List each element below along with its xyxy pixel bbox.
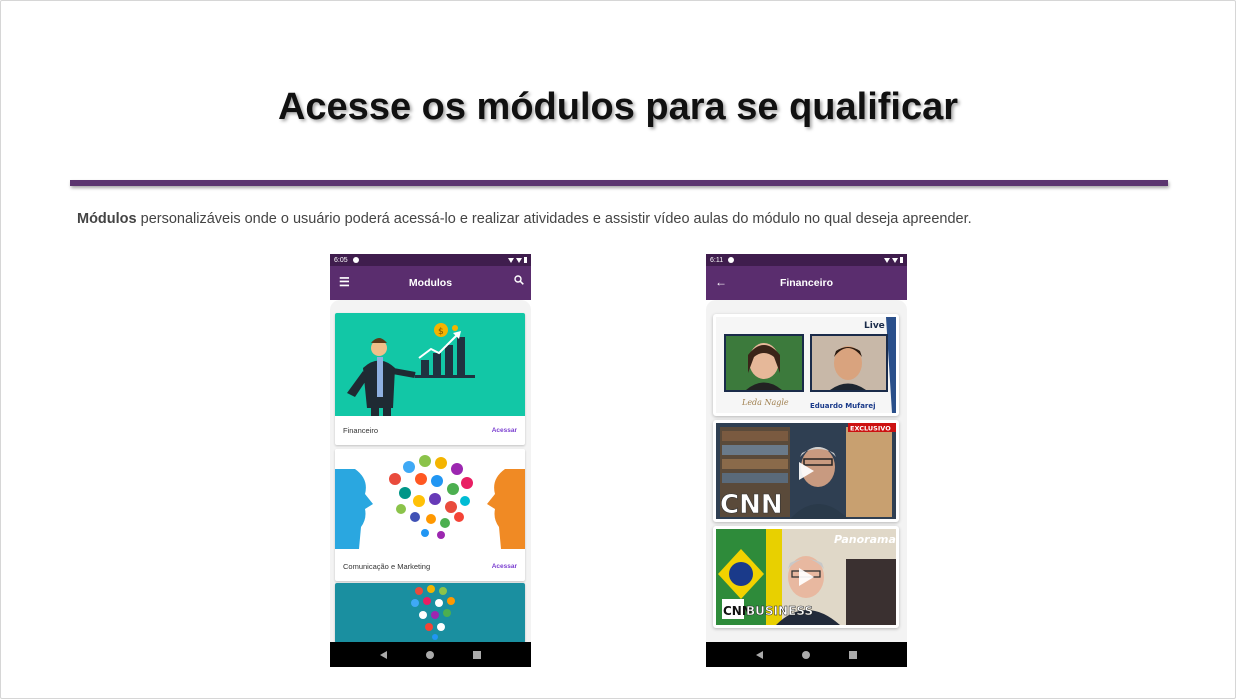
financeiro-illustration: $: [335, 313, 525, 416]
signal-icon: [516, 257, 522, 263]
nav-back-icon[interactable]: [755, 650, 763, 659]
video-badge: Panorama: [834, 533, 896, 546]
status-bar: 6:05: [330, 254, 531, 266]
video-card-cnn-business[interactable]: Panorama CNN BUSINESS: [713, 526, 899, 628]
search-icon[interactable]: [514, 275, 524, 288]
app-bar: ← Financeiro: [706, 266, 907, 300]
status-time: 6:11: [710, 256, 724, 264]
module-card-financeiro[interactable]: $ Financeiro Acessar: [335, 313, 525, 445]
business-label: BUSINESS: [746, 604, 813, 618]
module-card-label: Financeiro: [343, 426, 379, 435]
notification-icon: [352, 257, 359, 263]
svg-text:$: $: [438, 327, 444, 337]
video-thumbnail: Live Leda Nagle Eduardo Mufarej: [716, 317, 896, 413]
title-divider: [70, 180, 1168, 186]
nav-home-icon[interactable]: [425, 650, 434, 659]
nav-recents-icon[interactable]: [473, 650, 482, 659]
page-description: Módulos personalizáveis onde o usuário p…: [77, 211, 972, 227]
arrow-back-icon[interactable]: ←: [715, 275, 727, 289]
video-card-cnn[interactable]: EXCLUSIVO CNN: [713, 420, 899, 522]
android-nav-bar: [330, 642, 531, 667]
play-icon[interactable]: [799, 568, 814, 586]
video-list: Live Leda Nagle Eduardo Mufarej EXCLUSIV…: [706, 300, 907, 642]
notification-icon: [728, 257, 735, 263]
battery-icon: [900, 257, 903, 263]
description-text: personalizáveis onde o usuário poderá ac…: [136, 211, 972, 227]
module-card-footer: Financeiro Acessar: [335, 416, 525, 445]
status-time: 6:05: [334, 256, 348, 264]
status-bar: 6:11: [706, 254, 907, 266]
module-card-label: Comunicação e Marketing: [343, 562, 431, 571]
hamburger-menu-icon[interactable]: ☰: [339, 275, 350, 289]
nav-recents-icon[interactable]: [849, 650, 858, 659]
video-thumbnail: Panorama CNN BUSINESS: [716, 529, 896, 625]
play-icon[interactable]: [799, 462, 814, 480]
battery-icon: [524, 257, 527, 263]
app-bar-title: Financeiro: [779, 277, 834, 289]
signal-icon: [892, 257, 898, 263]
access-button[interactable]: Acessar: [492, 427, 517, 434]
wifi-icon: [508, 257, 514, 263]
module-card-footer: Comunicação e Marketing Acessar: [335, 552, 525, 581]
module-card-partial[interactable]: [335, 583, 525, 642]
description-bold: Módulos: [77, 211, 137, 227]
video-thumbnail: EXCLUSIVO CNN: [716, 423, 896, 519]
video-card-live[interactable]: Live Leda Nagle Eduardo Mufarej: [713, 314, 899, 416]
phone-financeiro-screen: 6:11 ← Financeiro Live Leda Nagle Eduard…: [706, 254, 907, 667]
page-title: Acesse os módulos para se qualificar: [277, 86, 959, 128]
access-button[interactable]: Acessar: [492, 563, 517, 570]
app-bar: ☰ Modulos: [330, 266, 531, 300]
module-illustration: [335, 583, 525, 642]
comunicacao-illustration: [335, 449, 525, 552]
video-host-name: Leda Nagle: [741, 398, 789, 407]
video-guest-name: Eduardo Mufarej: [810, 402, 876, 410]
wifi-icon: [884, 257, 890, 263]
app-bar-title: Modulos: [408, 277, 453, 289]
cnn-logo: CNN: [720, 490, 783, 519]
nav-home-icon[interactable]: [801, 650, 810, 659]
video-badge: EXCLUSIVO: [850, 425, 891, 433]
phone-modulos-screen: 6:05 ☰ Modulos $ Financeiro Acessar Comu…: [330, 254, 531, 667]
modules-list: $ Financeiro Acessar Comunicação e Marke…: [330, 300, 531, 642]
android-nav-bar: [706, 642, 907, 667]
video-badge: Live: [864, 321, 885, 331]
module-card-comunicacao[interactable]: Comunicação e Marketing Acessar: [335, 449, 525, 581]
nav-back-icon[interactable]: [379, 650, 387, 659]
